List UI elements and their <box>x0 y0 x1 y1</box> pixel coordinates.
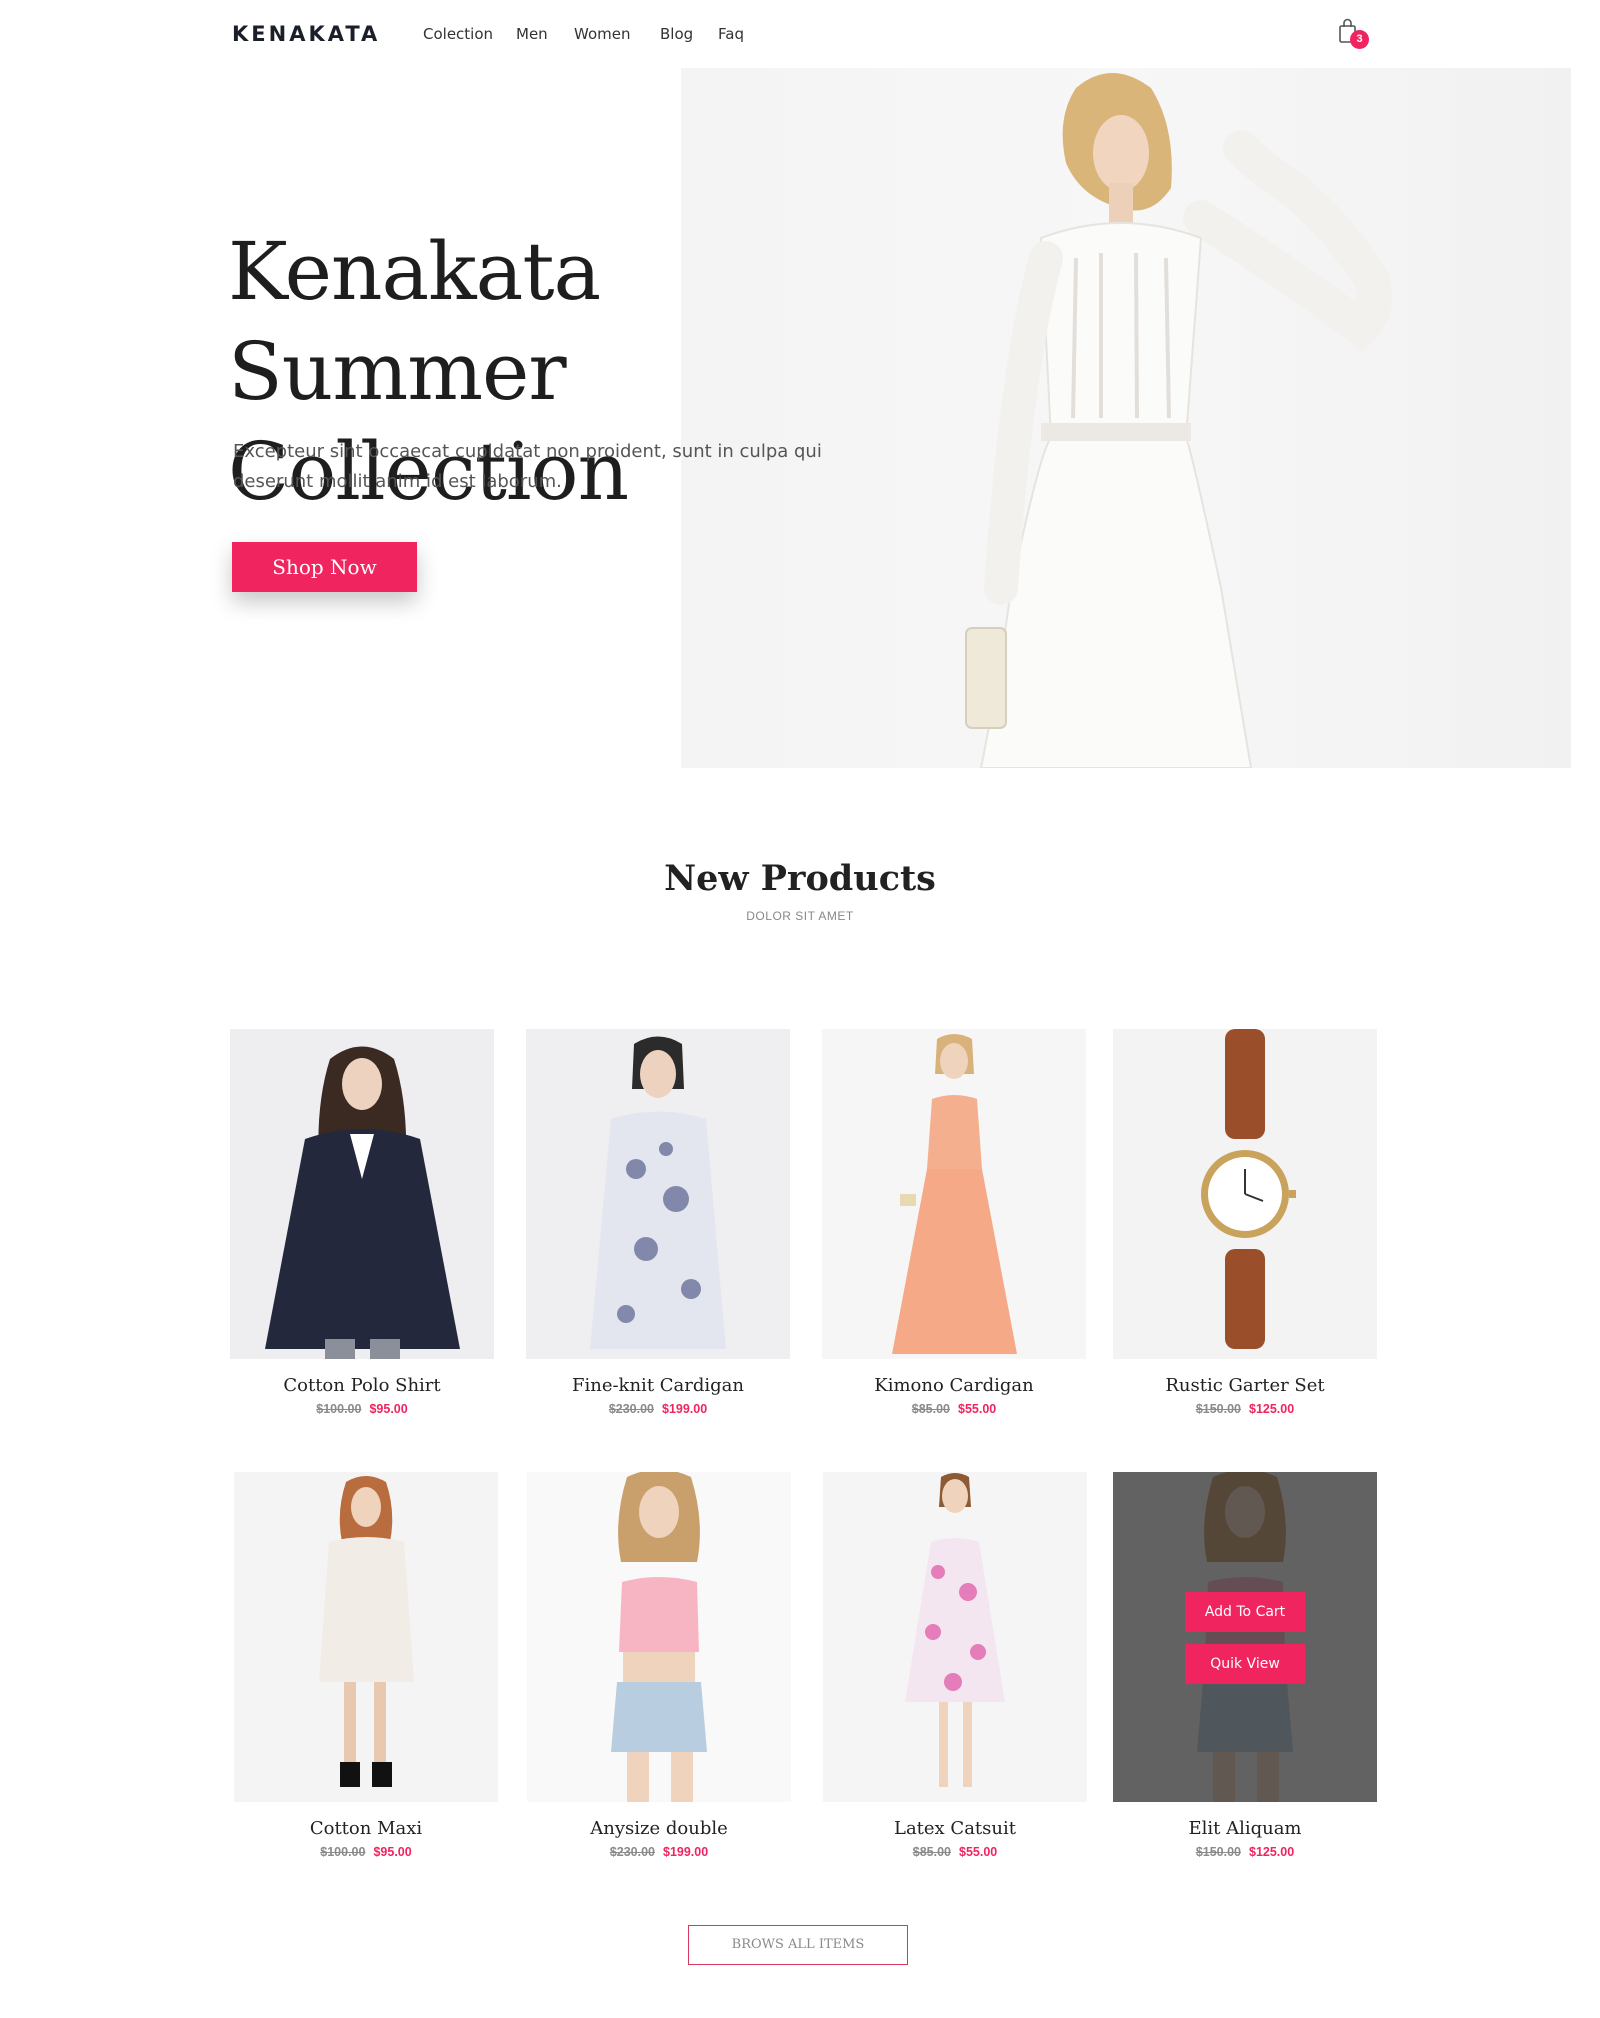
product-card[interactable]: Cotton Polo Shirt $100.00 $95.00 <box>230 1029 494 1416</box>
product-price: $125.00 <box>1249 1402 1295 1416</box>
hero-description: Excepteur sint occaecat cupidatat non pr… <box>233 441 822 492</box>
product-old-price: $150.00 <box>1195 1845 1241 1859</box>
product-card[interactable]: Anysize double $230.00 $199.00 <box>527 1472 791 1859</box>
product-prices: $150.00 $125.00 <box>1113 1402 1377 1416</box>
product-image[interactable] <box>527 1472 791 1802</box>
product-price: $95.00 <box>369 1402 408 1416</box>
crop-top-model-illustration <box>611 1472 707 1802</box>
product-prices: $230.00 $199.00 <box>526 1402 790 1416</box>
peach-maxi-dress-model-illustration <box>892 1034 1017 1354</box>
product-card[interactable]: Fine-knit Cardigan $230.00 $199.00 <box>526 1029 790 1416</box>
section-title: New Products <box>664 858 936 899</box>
product-old-price: $85.00 <box>912 1845 951 1859</box>
product-name[interactable]: Elit Aliquam <box>1113 1818 1377 1839</box>
product-old-price: $230.00 <box>609 1845 655 1859</box>
product-image[interactable] <box>1113 1029 1377 1359</box>
product-name[interactable]: Fine-knit Cardigan <box>526 1375 790 1396</box>
product-prices: $150.00 $125.00 <box>1113 1845 1377 1859</box>
product-prices: $230.00 $199.00 <box>527 1845 791 1859</box>
product-hover-overlay <box>1113 1472 1377 1802</box>
hero-title-line-1: Kenakata Summer <box>228 225 601 418</box>
product-price: $95.00 <box>373 1845 412 1859</box>
product-price: $125.00 <box>1249 1845 1295 1859</box>
product-image[interactable]: Add To Cart Quik View <box>1113 1472 1377 1802</box>
product-name[interactable]: Rustic Garter Set <box>1113 1375 1377 1396</box>
product-card[interactable]: Rustic Garter Set $150.00 $125.00 <box>1113 1029 1377 1416</box>
nav-item-women[interactable]: Women <box>574 25 630 43</box>
product-image[interactable] <box>230 1029 494 1359</box>
shop-now-button[interactable]: Shop Now <box>232 542 417 592</box>
product-card[interactable]: Kimono Cardigan $85.00 $55.00 <box>822 1029 1086 1416</box>
add-to-cart-button[interactable]: Add To Cart <box>1185 1592 1305 1632</box>
printed-dress-model-illustration <box>590 1036 726 1349</box>
product-card[interactable]: Cotton Maxi $100.00 $95.00 <box>234 1472 498 1859</box>
product-image[interactable] <box>234 1472 498 1802</box>
product-prices: $85.00 $55.00 <box>823 1845 1087 1859</box>
product-old-price: $100.00 <box>320 1845 366 1859</box>
nav-item-blog[interactable]: Blog <box>660 25 693 43</box>
product-prices: $85.00 $55.00 <box>822 1402 1086 1416</box>
product-card[interactable]: Latex Catsuit $85.00 $55.00 <box>823 1472 1087 1859</box>
product-name[interactable]: Kimono Cardigan <box>822 1375 1086 1396</box>
nav-item-men[interactable]: Men <box>516 25 548 43</box>
nav-item-colection[interactable]: Colection <box>423 25 493 43</box>
product-old-price: $230.00 <box>608 1402 654 1416</box>
product-image[interactable] <box>823 1472 1087 1802</box>
product-name[interactable]: Cotton Polo Shirt <box>230 1375 494 1396</box>
browse-all-items-button[interactable]: BROWS ALL ITEMS <box>688 1925 908 1965</box>
product-prices: $100.00 $95.00 <box>230 1402 494 1416</box>
cart-button[interactable]: 3 <box>1336 18 1376 52</box>
product-name[interactable]: Latex Catsuit <box>823 1818 1087 1839</box>
coat-model-illustration <box>265 1046 460 1359</box>
product-old-price: $150.00 <box>1195 1402 1241 1416</box>
leather-watch-illustration <box>1201 1029 1296 1349</box>
product-card-hovered[interactable]: Add To Cart Quik View Elit Aliquam $150.… <box>1113 1472 1377 1859</box>
product-price: $55.00 <box>959 1845 998 1859</box>
brand-logo[interactable]: KENAKATA <box>232 22 380 46</box>
product-image[interactable] <box>822 1029 1086 1359</box>
product-prices: $100.00 $95.00 <box>234 1845 498 1859</box>
product-price: $199.00 <box>662 1402 708 1416</box>
product-old-price: $100.00 <box>316 1402 362 1416</box>
floral-dress-model-illustration <box>905 1473 1005 1787</box>
product-image[interactable] <box>526 1029 790 1359</box>
section-subtitle: DOLOR SIT AMET <box>746 909 854 923</box>
product-price: $55.00 <box>958 1402 997 1416</box>
nav-item-faq[interactable]: Faq <box>718 25 744 43</box>
product-old-price: $85.00 <box>911 1402 950 1416</box>
white-dress-model-illustration <box>319 1476 414 1787</box>
quick-view-button[interactable]: Quik View <box>1185 1644 1305 1684</box>
product-price: $199.00 <box>663 1845 709 1859</box>
cart-count-badge: 3 <box>1350 30 1369 49</box>
product-name[interactable]: Cotton Maxi <box>234 1818 498 1839</box>
product-name[interactable]: Anysize double <box>527 1818 791 1839</box>
